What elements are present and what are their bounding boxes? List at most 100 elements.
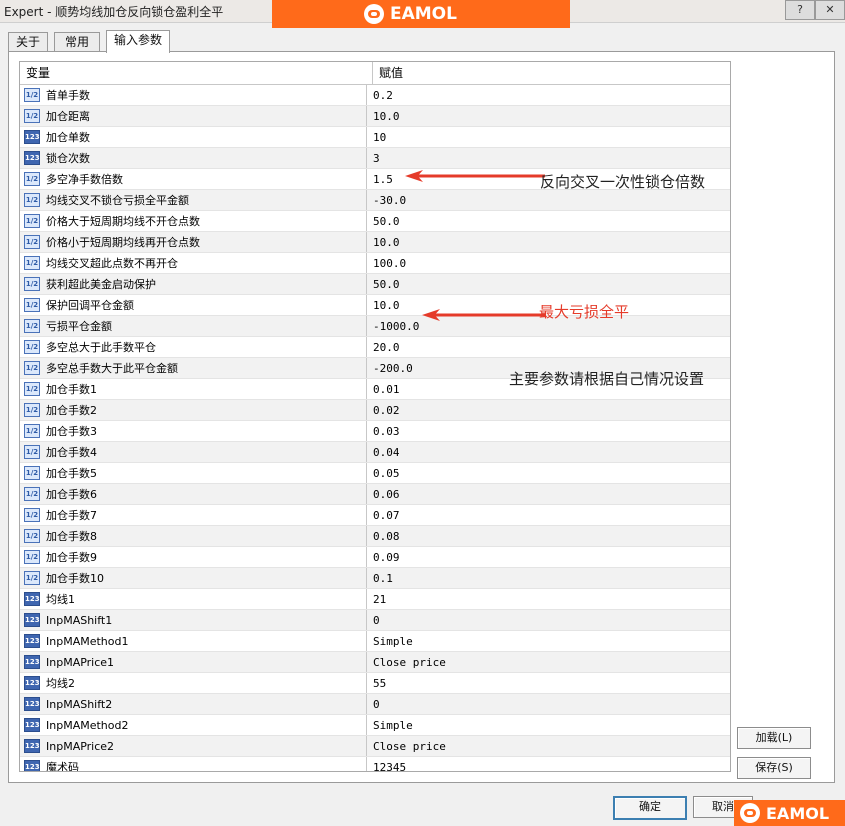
double-type-icon: 1/2 — [24, 340, 40, 354]
table-row[interactable]: 123 InpMAShift2 0 — [20, 694, 730, 715]
tab-inputs[interactable]: 输入参数 — [106, 30, 170, 53]
ok-button[interactable]: 确定 — [613, 796, 687, 820]
table-row[interactable]: 123 加仓单数 10 — [20, 127, 730, 148]
param-value[interactable]: 0.08 — [367, 526, 400, 546]
table-row[interactable]: 123 InpMAPrice2 Close price — [20, 736, 730, 757]
param-value[interactable]: 1.5 — [367, 169, 393, 189]
param-value[interactable]: 21 — [367, 589, 386, 609]
tab-about[interactable]: 关于 — [8, 32, 48, 51]
table-row[interactable]: 1/2 加仓手数5 0.05 — [20, 463, 730, 484]
integer-type-icon: 123 — [24, 592, 40, 606]
table-row[interactable]: 1/2 加仓距离 10.0 — [20, 106, 730, 127]
double-type-icon: 1/2 — [24, 193, 40, 207]
param-name-cell: 123 加仓单数 — [20, 127, 367, 147]
double-type-icon: 1/2 — [24, 172, 40, 186]
param-value[interactable]: 0.06 — [367, 484, 400, 504]
param-name: 亏损平仓金额 — [46, 320, 112, 333]
param-value[interactable]: 20.0 — [367, 337, 400, 357]
param-value[interactable]: 0 — [367, 694, 380, 714]
param-value[interactable]: -1000.0 — [367, 316, 419, 336]
table-row[interactable]: 1/2 均线交叉超此点数不再开仓 100.0 — [20, 253, 730, 274]
double-type-icon: 1/2 — [24, 571, 40, 585]
table-row[interactable]: 123 InpMAMethod1 Simple — [20, 631, 730, 652]
param-value[interactable]: 0.02 — [367, 400, 400, 420]
param-name: 加仓手数3 — [46, 425, 97, 438]
param-name: 多空净手数倍数 — [46, 173, 123, 186]
table-row[interactable]: 123 InpMAPrice1 Close price — [20, 652, 730, 673]
param-name: 均线交叉不锁仓亏损全平金额 — [46, 194, 189, 207]
param-value[interactable]: 0.09 — [367, 547, 400, 567]
integer-type-icon: 123 — [24, 151, 40, 165]
table-row[interactable]: 1/2 价格小于短周期均线再开仓点数 10.0 — [20, 232, 730, 253]
table-row[interactable]: 1/2 价格大于短周期均线不开仓点数 50.0 — [20, 211, 730, 232]
param-name-cell: 123 魔术码 — [20, 757, 367, 771]
param-value[interactable]: 50.0 — [367, 274, 400, 294]
param-value[interactable]: 0.2 — [367, 85, 393, 105]
param-value[interactable]: 100.0 — [367, 253, 406, 273]
param-value[interactable]: 0.1 — [367, 568, 393, 588]
param-name-cell: 1/2 均线交叉超此点数不再开仓 — [20, 253, 367, 273]
param-value[interactable]: 50.0 — [367, 211, 400, 231]
logo-icon — [364, 4, 384, 24]
corner-logo-icon — [740, 803, 760, 823]
param-value[interactable]: 10.0 — [367, 295, 400, 315]
param-value[interactable]: 0.04 — [367, 442, 400, 462]
param-value[interactable]: Simple — [367, 631, 413, 651]
table-row[interactable]: 123 均线2 55 — [20, 673, 730, 694]
table-row[interactable]: 1/2 首单手数 0.2 — [20, 85, 730, 106]
table-row[interactable]: 1/2 加仓手数8 0.08 — [20, 526, 730, 547]
param-value[interactable]: 10.0 — [367, 232, 400, 252]
param-name: 均线交叉超此点数不再开仓 — [46, 257, 178, 270]
table-row[interactable]: 123 锁仓次数 3 — [20, 148, 730, 169]
param-value[interactable]: -200.0 — [367, 358, 413, 378]
header-variable[interactable]: 变量 — [20, 62, 373, 84]
param-name-cell: 123 InpMAMethod2 — [20, 715, 367, 735]
help-button[interactable]: ? — [785, 0, 815, 20]
window-title: Expert - 顺势均线加仓反向锁仓盈利全平 — [4, 5, 224, 19]
table-row[interactable]: 123 InpMAMethod2 Simple — [20, 715, 730, 736]
param-value[interactable]: 0.01 — [367, 379, 400, 399]
param-value[interactable]: 3 — [367, 148, 380, 168]
integer-type-icon: 123 — [24, 655, 40, 669]
param-name-cell: 1/2 多空总手数大于此平仓金额 — [20, 358, 367, 378]
double-type-icon: 1/2 — [24, 277, 40, 291]
table-row[interactable]: 1/2 加仓手数9 0.09 — [20, 547, 730, 568]
param-name: 价格大于短周期均线不开仓点数 — [46, 215, 200, 228]
table-row[interactable]: 1/2 加仓手数6 0.06 — [20, 484, 730, 505]
close-icon[interactable]: ✕ — [815, 0, 845, 20]
param-value[interactable]: Simple — [367, 715, 413, 735]
param-value[interactable]: -30.0 — [367, 190, 406, 210]
param-value[interactable]: 0.07 — [367, 505, 400, 525]
table-row[interactable]: 1/2 加仓手数4 0.04 — [20, 442, 730, 463]
param-name: InpMAShift1 — [46, 613, 113, 627]
load-button[interactable]: 加载(L) — [737, 727, 811, 749]
param-name: 多空总手数大于此平仓金额 — [46, 362, 178, 375]
param-name-cell: 123 锁仓次数 — [20, 148, 367, 168]
param-value[interactable]: 10.0 — [367, 106, 400, 126]
param-value[interactable]: 0.05 — [367, 463, 400, 483]
table-row[interactable]: 1/2 加仓手数7 0.07 — [20, 505, 730, 526]
table-row[interactable]: 123 均线1 21 — [20, 589, 730, 610]
table-row[interactable]: 1/2 加仓手数2 0.02 — [20, 400, 730, 421]
param-value[interactable]: 12345 — [367, 757, 406, 772]
param-value[interactable]: Close price — [367, 736, 446, 756]
param-name: 获利超此美金启动保护 — [46, 278, 156, 291]
table-row[interactable]: 123 魔术码 12345 — [20, 757, 730, 772]
header-value[interactable]: 赋值 — [373, 62, 403, 84]
annotation-main-params: 主要参数请根据自己情况设置 — [509, 370, 705, 388]
param-value[interactable]: 0.03 — [367, 421, 400, 441]
param-value[interactable]: 0 — [367, 610, 380, 630]
table-row[interactable]: 123 InpMAShift1 0 — [20, 610, 730, 631]
tab-common[interactable]: 常用 — [54, 32, 100, 51]
save-button[interactable]: 保存(S) — [737, 757, 811, 779]
param-name-cell: 1/2 加仓手数3 — [20, 421, 367, 441]
param-value[interactable]: 10 — [367, 127, 386, 147]
table-row[interactable]: 1/2 加仓手数3 0.03 — [20, 421, 730, 442]
param-value[interactable]: Close price — [367, 652, 446, 672]
param-value[interactable]: 55 — [367, 673, 386, 693]
table-row[interactable]: 1/2 多空总大于此手数平仓 20.0 — [20, 337, 730, 358]
table-row[interactable]: 1/2 均线交叉不锁仓亏损全平金额 -30.0 — [20, 190, 730, 211]
table-row[interactable]: 1/2 加仓手数10 0.1 — [20, 568, 730, 589]
param-name: 加仓手数2 — [46, 404, 97, 417]
table-row[interactable]: 1/2 获利超此美金启动保护 50.0 — [20, 274, 730, 295]
